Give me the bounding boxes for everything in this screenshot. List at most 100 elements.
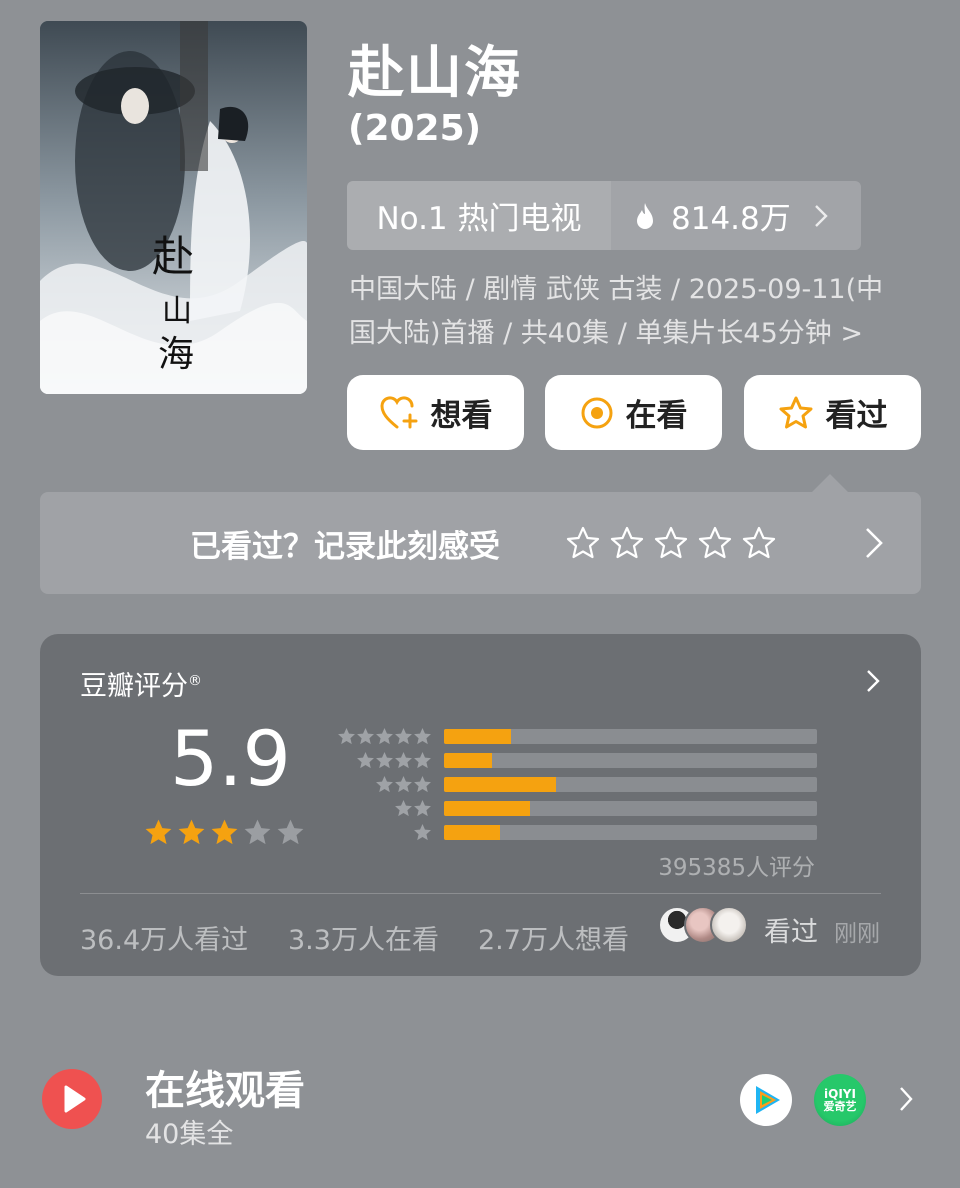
rating-bar-fill [444, 800, 530, 816]
record-feeling-banner[interactable]: 已看过？记录此刻感受 [40, 492, 921, 594]
iqiyi-icon[interactable]: iQIYI 爱奇艺 [814, 1074, 866, 1126]
star-icon [338, 727, 355, 744]
star-icon [395, 775, 412, 792]
chevron-right-icon[interactable] [898, 1084, 914, 1114]
banner-pointer [812, 474, 848, 492]
friend-avatars[interactable] [658, 906, 748, 944]
show-title: 赴山海 [348, 41, 522, 106]
star-outline-icon[interactable] [565, 525, 601, 561]
divider [80, 893, 881, 894]
rating-bar-fill [444, 752, 493, 768]
star-icon [357, 727, 374, 744]
record-prompt: 已看过？记录此刻感受 [190, 528, 500, 565]
rating-stars-input[interactable] [565, 525, 777, 561]
rating-bar-row [336, 820, 817, 844]
want-label: 想看 [430, 398, 493, 434]
rank-label: No.1 热门电视 [347, 181, 611, 250]
heat-value-area[interactable]: 814.8万 [611, 181, 861, 250]
flame-icon [637, 202, 653, 229]
watched-button[interactable]: 看过 [744, 375, 921, 450]
show-meta-info[interactable]: 中国大陆 / 剧情 武侠 古装 / 2025-09-11(中 国大陆)首播 / … [349, 268, 929, 356]
star-outline-icon[interactable] [741, 525, 777, 561]
star-filled-icon [178, 819, 205, 845]
meta-line-2: 国大陆)首播 / 共40集 / 单集片长45分钟 > [349, 318, 863, 349]
rating-score: 5.9 [170, 714, 291, 803]
bar-star-label [336, 751, 432, 770]
watching-label: 在看 [625, 398, 688, 434]
play-icon [64, 1085, 86, 1113]
star-icon [376, 727, 393, 744]
tencent-video-icon[interactable] [740, 1074, 792, 1126]
rating-bar-row [336, 772, 817, 796]
hot-rank-badge[interactable]: No.1 热门电视 814.8万 [347, 181, 861, 250]
chevron-right-icon[interactable] [865, 668, 881, 694]
watched-count[interactable]: 36.4万人看过 [80, 918, 248, 957]
rating-distribution [336, 724, 817, 844]
poster-image[interactable]: 赴 山 海 [40, 21, 307, 394]
star-filled-icon [211, 819, 238, 845]
rating-title-text: 豆瓣评分 [80, 671, 188, 702]
online-watch-title[interactable]: 在线观看 [145, 1058, 305, 1116]
poster-title-glyph: 赴 [152, 232, 194, 281]
want-count[interactable]: 2.7万人想看 [478, 918, 629, 957]
star-icon [376, 775, 393, 792]
play-button[interactable] [42, 1069, 102, 1129]
meta-line-1: 中国大陆 / 剧情 武侠 古装 / 2025-09-11(中 [349, 274, 884, 305]
chevron-right-icon [866, 528, 883, 558]
star-icon [395, 751, 412, 768]
target-circle-icon [581, 397, 612, 428]
svg-text:海: 海 [158, 334, 194, 375]
bar-star-label [336, 775, 432, 794]
rating-bar-track [444, 752, 817, 768]
rating-bar-row [336, 748, 817, 772]
star-icon [414, 823, 431, 840]
episode-count: 40集全 [145, 1119, 234, 1150]
rating-bar-track [444, 776, 817, 792]
chevron-right-icon [814, 204, 828, 227]
want-to-watch-button[interactable]: 想看 [347, 375, 524, 450]
friend-action: 看过 [764, 917, 818, 948]
rating-bar-row [336, 724, 817, 748]
registered-mark: ® [188, 673, 202, 689]
watching-button[interactable]: 在看 [545, 375, 722, 450]
star-icon [395, 727, 412, 744]
star-icon [395, 799, 412, 816]
watching-count[interactable]: 3.3万人在看 [288, 918, 439, 957]
bar-star-label [336, 823, 432, 842]
star-icon [414, 751, 431, 768]
svg-text:山: 山 [162, 294, 192, 329]
star-icon [414, 775, 431, 792]
star-outline-icon[interactable] [609, 525, 645, 561]
star-icon [376, 751, 393, 768]
iqiyi-text: iQIYI [824, 1086, 856, 1101]
douban-rating-card[interactable]: 豆瓣评分® 5.9 395385人评分 36.4万人看过 3.3万人在看 2.7… [40, 634, 921, 976]
rating-bar-fill [444, 728, 512, 744]
star-outline-icon [779, 396, 812, 428]
bar-star-label [336, 799, 432, 818]
watched-label: 看过 [825, 398, 888, 434]
star-filled-icon [145, 819, 172, 845]
bar-star-label [336, 727, 432, 746]
avatar [710, 906, 748, 944]
heat-value: 814.8万 [671, 201, 791, 237]
star-icon [414, 799, 431, 816]
star-empty-icon [244, 819, 271, 845]
rating-bar-fill [444, 776, 556, 792]
rating-bar-track [444, 800, 817, 816]
score-stars [144, 818, 305, 847]
star-outline-icon[interactable] [653, 525, 689, 561]
iqiyi-sub: 爱奇艺 [823, 1099, 857, 1113]
rating-bar-row [336, 796, 817, 820]
star-outline-icon[interactable] [697, 525, 733, 561]
rating-bar-track [444, 824, 817, 840]
rating-card-title: 豆瓣评分® [80, 664, 202, 703]
rating-bar-fill [444, 824, 500, 840]
star-empty-icon [277, 819, 304, 845]
rating-count: 395385人评分 [658, 855, 815, 881]
star-icon [357, 751, 374, 768]
show-year: (2025) [348, 108, 482, 149]
heart-plus-icon [379, 395, 417, 428]
rating-bar-track [444, 728, 817, 744]
friend-time: 刚刚 [834, 921, 880, 947]
star-icon [414, 727, 431, 744]
